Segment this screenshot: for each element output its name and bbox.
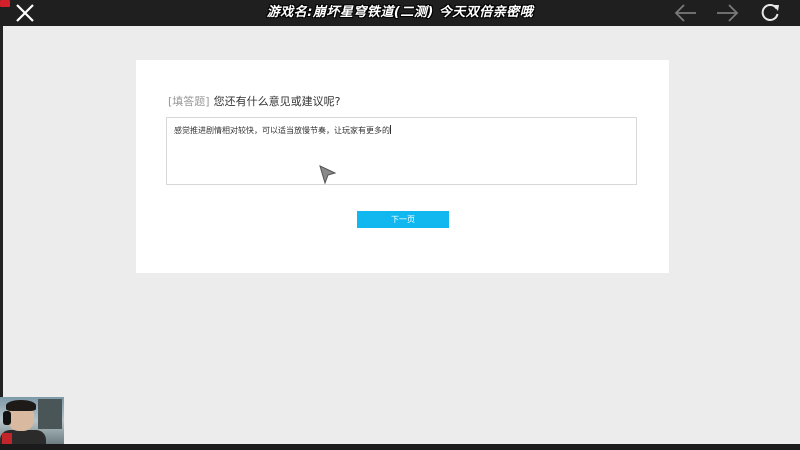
question-type-tag: [填答题] — [168, 95, 210, 108]
refresh-icon — [761, 4, 779, 21]
mouse-cursor-icon — [319, 165, 337, 185]
refresh-button[interactable] — [755, 1, 785, 25]
arrow-left-icon — [674, 4, 696, 22]
next-page-button[interactable]: 下一页 — [357, 211, 449, 228]
window-bottom-edge — [0, 444, 800, 450]
question-text: 您还有什么意见或建议呢? — [213, 95, 341, 108]
webcam-background — [38, 399, 62, 429]
headset-icon — [3, 411, 11, 425]
back-button[interactable] — [671, 1, 701, 25]
forward-button[interactable] — [712, 1, 742, 25]
streamer-webcam — [0, 397, 64, 450]
survey-card: [填答题] 您还有什么意见或建议呢? 感觉推进剧情相对较快，可以适当放慢节奏，让玩… — [136, 60, 669, 273]
title-bar: 游戏名:崩坏星穹铁道(二测) 今天双倍亲密哦 — [0, 0, 800, 26]
text-caret — [390, 125, 391, 134]
window-edge — [0, 26, 3, 450]
arrow-right-icon — [717, 4, 739, 22]
answer-value: 感觉推进剧情相对较快，可以适当放慢节奏，让玩家有更多的 — [174, 126, 390, 135]
webcam-person-hair — [6, 400, 36, 411]
question-label: [填答题] 您还有什么意见或建议呢? — [168, 93, 340, 109]
answer-textarea[interactable]: 感觉推进剧情相对较快，可以适当放慢节奏，让玩家有更多的 — [166, 117, 637, 185]
answer-text: 感觉推进剧情相对较快，可以适当放慢节奏，让玩家有更多的 — [174, 125, 391, 136]
